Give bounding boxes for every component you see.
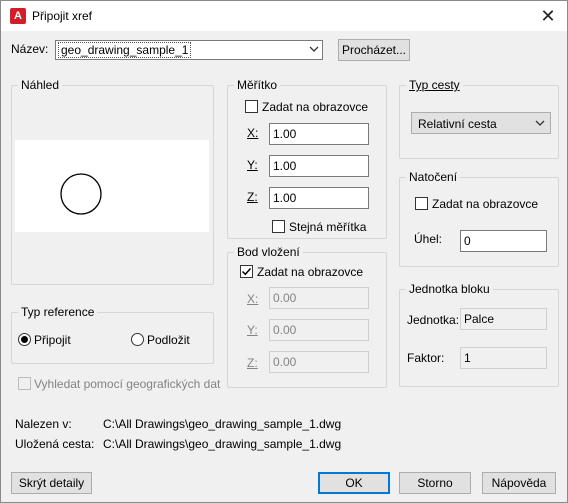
- scale-y-label: Y:: [247, 158, 258, 172]
- overlay-radio-label: Podložit: [147, 333, 190, 347]
- close-icon[interactable]: ✕: [538, 6, 558, 26]
- geo-locate-label: Vyhledat pomocí geografických dat: [34, 377, 221, 391]
- scale-x-input[interactable]: 1.00: [269, 123, 369, 145]
- radio-selected-dot: [21, 336, 28, 343]
- insertion-point-title: Bod vložení: [234, 245, 303, 259]
- path-type-select[interactable]: Relativní cesta: [411, 112, 551, 134]
- preview-circle: [60, 173, 102, 215]
- block-unit-title: Jednotka bloku: [406, 282, 493, 296]
- insertion-on-screen-label: Zadat na obrazovce: [257, 265, 364, 279]
- factor-label: Faktor:: [407, 351, 445, 365]
- path-type-value: Relativní cesta: [418, 117, 497, 131]
- attach-radio[interactable]: [18, 333, 31, 346]
- checkmark-icon: [241, 267, 252, 276]
- insertion-y-label: Y:: [247, 323, 258, 337]
- reference-type-title: Typ reference: [18, 305, 98, 319]
- scale-on-screen-checkbox[interactable]: [245, 100, 258, 113]
- path-type-title: Typ cesty: [406, 78, 463, 92]
- attach-xref-dialog: A Připojit xref ✕ Název: geo_drawing_sam…: [0, 0, 568, 503]
- insertion-y-input[interactable]: 0.00: [269, 319, 369, 341]
- insertion-x-input[interactable]: 0.00: [269, 287, 369, 309]
- insertion-z-label: Z:: [247, 356, 258, 370]
- name-label: Název:: [11, 42, 49, 56]
- saved-path-label: Uložená cesta:: [15, 437, 95, 451]
- unit-value-field: Palce: [460, 308, 547, 330]
- angle-input[interactable]: 0: [460, 230, 547, 252]
- rotation-title: Natočení: [406, 170, 461, 184]
- cancel-button[interactable]: Storno: [399, 472, 471, 494]
- found-in-value: C:\All Drawings\geo_drawing_sample_1.dwg: [103, 417, 342, 431]
- overlay-radio[interactable]: [131, 333, 144, 346]
- unit-label: Jednotka:: [407, 313, 460, 327]
- title-bar: A Připojit xref ✕: [1, 1, 567, 31]
- preview-drawing: [60, 173, 102, 215]
- uniform-scale-label: Stejná měřítka: [289, 220, 367, 234]
- dialog-title: Připojit xref: [32, 9, 93, 23]
- scale-x-label: X:: [247, 126, 259, 140]
- browse-button[interactable]: Procházet...: [338, 39, 410, 61]
- name-combobox[interactable]: geo_drawing_sample_1: [55, 40, 323, 60]
- uniform-scale-checkbox[interactable]: [272, 220, 285, 233]
- preview-title: Náhled: [18, 78, 63, 92]
- factor-value-field: 1: [460, 347, 547, 369]
- insertion-x-label: X:: [247, 292, 259, 306]
- found-in-label: Nalezen v:: [15, 417, 72, 431]
- rotation-on-screen-checkbox[interactable]: [415, 197, 428, 210]
- insertion-z-input[interactable]: 0.00: [269, 351, 369, 373]
- scale-title: Měřítko: [234, 78, 281, 92]
- scale-on-screen-label: Zadat na obrazovce: [262, 100, 369, 114]
- saved-path-value: C:\All Drawings\geo_drawing_sample_1.dwg: [103, 437, 342, 451]
- name-value: geo_drawing_sample_1: [58, 42, 192, 58]
- scale-z-label: Z:: [247, 190, 258, 204]
- geo-locate-checkbox[interactable]: [18, 377, 31, 390]
- hide-details-button[interactable]: Skrýt detaily: [11, 472, 92, 494]
- block-unit-group: Jednotka bloku: [399, 282, 559, 387]
- help-button[interactable]: Nápověda: [482, 472, 556, 494]
- attach-radio-label: Připojit: [34, 333, 71, 347]
- angle-label: Úhel:: [414, 232, 443, 246]
- scale-z-input[interactable]: 1.00: [269, 187, 369, 209]
- chevron-down-icon: [309, 46, 319, 52]
- rotation-on-screen-label: Zadat na obrazovce: [432, 197, 539, 211]
- preview-canvas: [15, 140, 209, 232]
- autocad-app-icon: A: [10, 8, 26, 24]
- rotation-group: Natočení: [399, 170, 559, 267]
- ok-button[interactable]: OK: [318, 472, 390, 494]
- scale-y-input[interactable]: 1.00: [269, 155, 369, 177]
- chevron-down-icon: [535, 120, 545, 126]
- insertion-on-screen-checkbox[interactable]: [240, 265, 253, 278]
